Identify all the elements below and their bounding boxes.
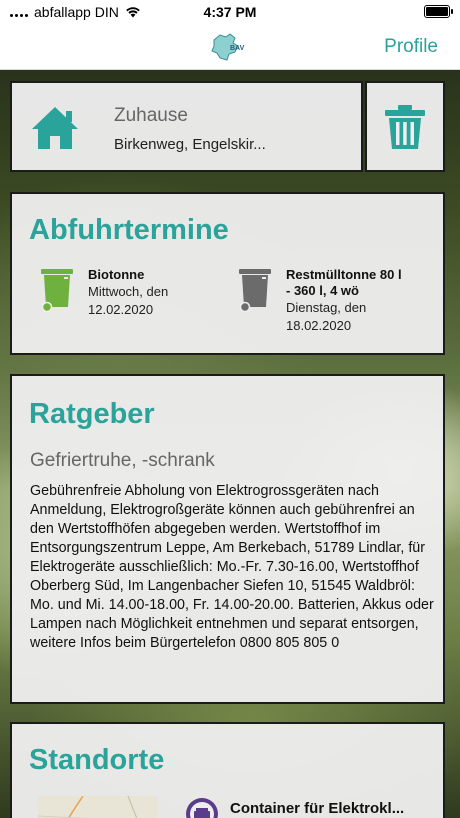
battery-icon — [424, 5, 453, 18]
abfuhrtermine-card[interactable]: Abfuhrtermine Biotonne Mittwoch, den 12.… — [10, 192, 445, 355]
navigation-bar: BAV Profile — [0, 24, 460, 70]
bin-name: Biotonne — [88, 267, 145, 282]
map-roads — [38, 796, 138, 818]
logo-text: BAV — [230, 45, 245, 52]
green-bin-icon — [41, 269, 73, 313]
restmuell-entry[interactable]: Restmülltonne 80 l - 360 l, 4 wö Diensta… — [238, 267, 402, 335]
map-thumbnail[interactable] — [38, 796, 158, 818]
ratgeber-card[interactable]: Ratgeber Gefriertruhe, -schrank Gebühren… — [10, 374, 445, 704]
bin-day: Mittwoch, den — [88, 284, 169, 299]
gray-bin-icon — [239, 269, 271, 313]
status-time: 4:37 PM — [203, 4, 257, 20]
standorte-card[interactable]: Standorte Container für Elektrokl... — [10, 722, 445, 818]
home-title: Zuhause — [114, 105, 188, 126]
bin-name-line2: - 360 l, 4 wö — [286, 283, 359, 298]
standorte-title: Standorte — [29, 744, 165, 776]
home-icon — [32, 107, 78, 149]
ratgeber-text: Gebührenfreie Abholung von Elektrogrossg… — [30, 483, 434, 651]
location-name: Container für Elektrokl... — [230, 800, 405, 817]
abfuhrtermine-title: Abfuhrtermine — [29, 214, 229, 246]
delete-location-button[interactable] — [365, 81, 445, 172]
trash-icon — [385, 104, 425, 149]
bav-logo: BAV — [211, 33, 245, 61]
bin-date: 18.02.2020 — [286, 318, 352, 333]
home-location-card[interactable]: Zuhause Birkenweg, Engelskir... — [10, 81, 363, 172]
bin-day: Dienstag, den — [286, 300, 367, 315]
biotonne-entry[interactable]: Biotonne Mittwoch, den 12.02.2020 — [40, 267, 168, 319]
home-address: Birkenweg, Engelskir... — [114, 136, 266, 153]
ratgeber-subtitle: Gefriertruhe, -schrank — [30, 450, 215, 471]
bin-name-line1: Restmülltonne 80 l — [286, 267, 402, 282]
ratgeber-title: Ratgeber — [29, 398, 155, 430]
profile-button[interactable]: Profile — [384, 36, 438, 58]
bin-date: 12.02.2020 — [88, 302, 154, 317]
container-location-icon — [186, 798, 218, 818]
status-bar: abfallapp DIN 4:37 PM — [0, 0, 460, 24]
